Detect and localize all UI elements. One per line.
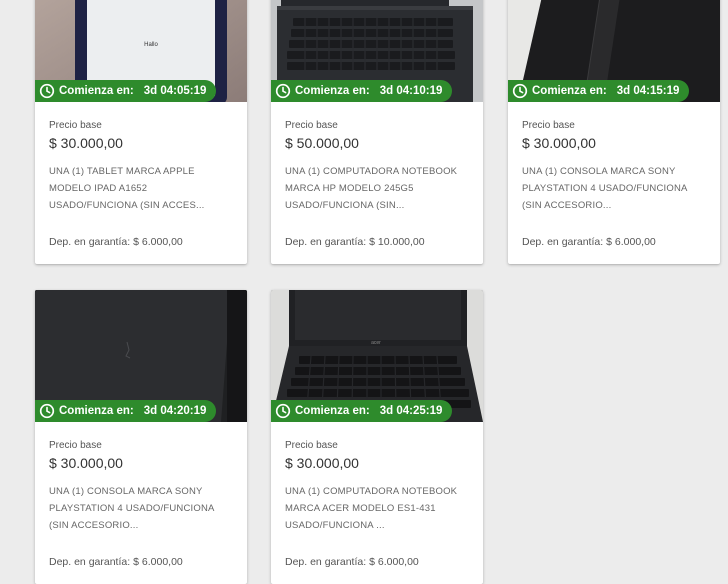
clock-icon	[512, 83, 528, 99]
deposit: Dep. en garantía: $ 10.000,00	[285, 236, 425, 248]
listing-card[interactable]: acer Comienza en: 3d 04:25:19 Precio bas…	[271, 290, 483, 584]
deposit-value: $ 10.000,00	[369, 236, 425, 248]
deposit: Dep. en garantía: $ 6.000,00	[49, 236, 183, 248]
timer-value: 3d 04:05:19	[143, 85, 207, 97]
base-price: $ 30.000,00	[49, 135, 123, 151]
clock-icon	[275, 403, 291, 419]
price-label: Precio base	[285, 440, 338, 451]
listing-card[interactable]: Comienza en: 3d 04:20:19 Precio base $ 3…	[35, 290, 247, 584]
clock-icon	[275, 83, 291, 99]
brand-text: acer	[371, 340, 381, 346]
clock-icon	[39, 83, 55, 99]
timer-value: 3d 04:15:19	[616, 85, 680, 97]
deposit-label: Dep. en garantía:	[285, 236, 367, 248]
start-countdown-badge: Comienza en: 3d 04:25:19	[271, 400, 453, 422]
deposit-label: Dep. en garantía:	[49, 236, 131, 248]
base-price: $ 30.000,00	[49, 455, 123, 471]
base-price: $ 30.000,00	[285, 455, 359, 471]
clock-icon	[39, 403, 55, 419]
listing-description: UNA (1) CONSOLA MARCA SONY PLAYSTATION 4…	[522, 166, 688, 211]
price-label: Precio base	[522, 120, 575, 131]
listing-image[interactable]: Hallo Comienza en: 3d 04:05:19	[35, 0, 247, 102]
deposit: Dep. en garantía: $ 6.000,00	[285, 556, 419, 568]
base-price: $ 50.000,00	[285, 135, 359, 151]
price-label: Precio base	[285, 120, 338, 131]
timer-value: 3d 04:20:19	[143, 405, 207, 417]
start-countdown-badge: Comienza en: 3d 04:15:19	[508, 80, 690, 102]
listing-card[interactable]: Comienza en: 3d 04:10:19 Precio base $ 5…	[271, 0, 483, 264]
start-countdown-badge: Comienza en: 3d 04:20:19	[35, 400, 217, 422]
start-countdown-badge: Comienza en: 3d 04:05:19	[35, 80, 217, 102]
price-label: Precio base	[49, 120, 102, 131]
listing-image[interactable]: acer Comienza en: 3d 04:25:19	[271, 290, 483, 422]
listing-description: UNA (1) TABLET MARCA APPLE MODELO IPAD A…	[49, 166, 205, 211]
timer-label: Comienza en:	[295, 405, 370, 417]
deposit-label: Dep. en garantía:	[285, 556, 367, 568]
timer-label: Comienza en:	[59, 405, 134, 417]
listing-description: UNA (1) COMPUTADORA NOTEBOOK MARCA ACER …	[285, 486, 458, 531]
timer-label: Comienza en:	[295, 85, 370, 97]
price-label: Precio base	[49, 440, 102, 451]
deposit-value: $ 6.000,00	[606, 236, 656, 248]
deposit: Dep. en garantía: $ 6.000,00	[522, 236, 656, 248]
deposit-label: Dep. en garantía:	[49, 556, 131, 568]
deposit-label: Dep. en garantía:	[522, 236, 604, 248]
deposit-value: $ 6.000,00	[133, 556, 183, 568]
deposit-value: $ 6.000,00	[133, 236, 183, 248]
timer-value: 3d 04:10:19	[379, 85, 443, 97]
base-price: $ 30.000,00	[522, 135, 596, 151]
listing-card[interactable]: Comienza en: 3d 04:15:19 Precio base $ 3…	[508, 0, 720, 264]
start-countdown-badge: Comienza en: 3d 04:10:19	[271, 80, 453, 102]
listing-image[interactable]: Comienza en: 3d 04:10:19	[271, 0, 483, 102]
timer-label: Comienza en:	[59, 85, 134, 97]
listing-image[interactable]: Comienza en: 3d 04:20:19	[35, 290, 247, 422]
listing-description: UNA (1) CONSOLA MARCA SONY PLAYSTATION 4…	[49, 486, 215, 531]
screen-text: Hallo	[144, 42, 158, 48]
deposit-value: $ 6.000,00	[369, 556, 419, 568]
deposit: Dep. en garantía: $ 6.000,00	[49, 556, 183, 568]
timer-value: 3d 04:25:19	[379, 405, 443, 417]
listing-description: UNA (1) COMPUTADORA NOTEBOOK MARCA HP MO…	[285, 166, 458, 211]
timer-label: Comienza en:	[532, 85, 607, 97]
listing-card[interactable]: Hallo Comienza en: 3d 04:05:19 Precio ba…	[35, 0, 247, 264]
listing-image[interactable]: Comienza en: 3d 04:15:19	[508, 0, 720, 102]
